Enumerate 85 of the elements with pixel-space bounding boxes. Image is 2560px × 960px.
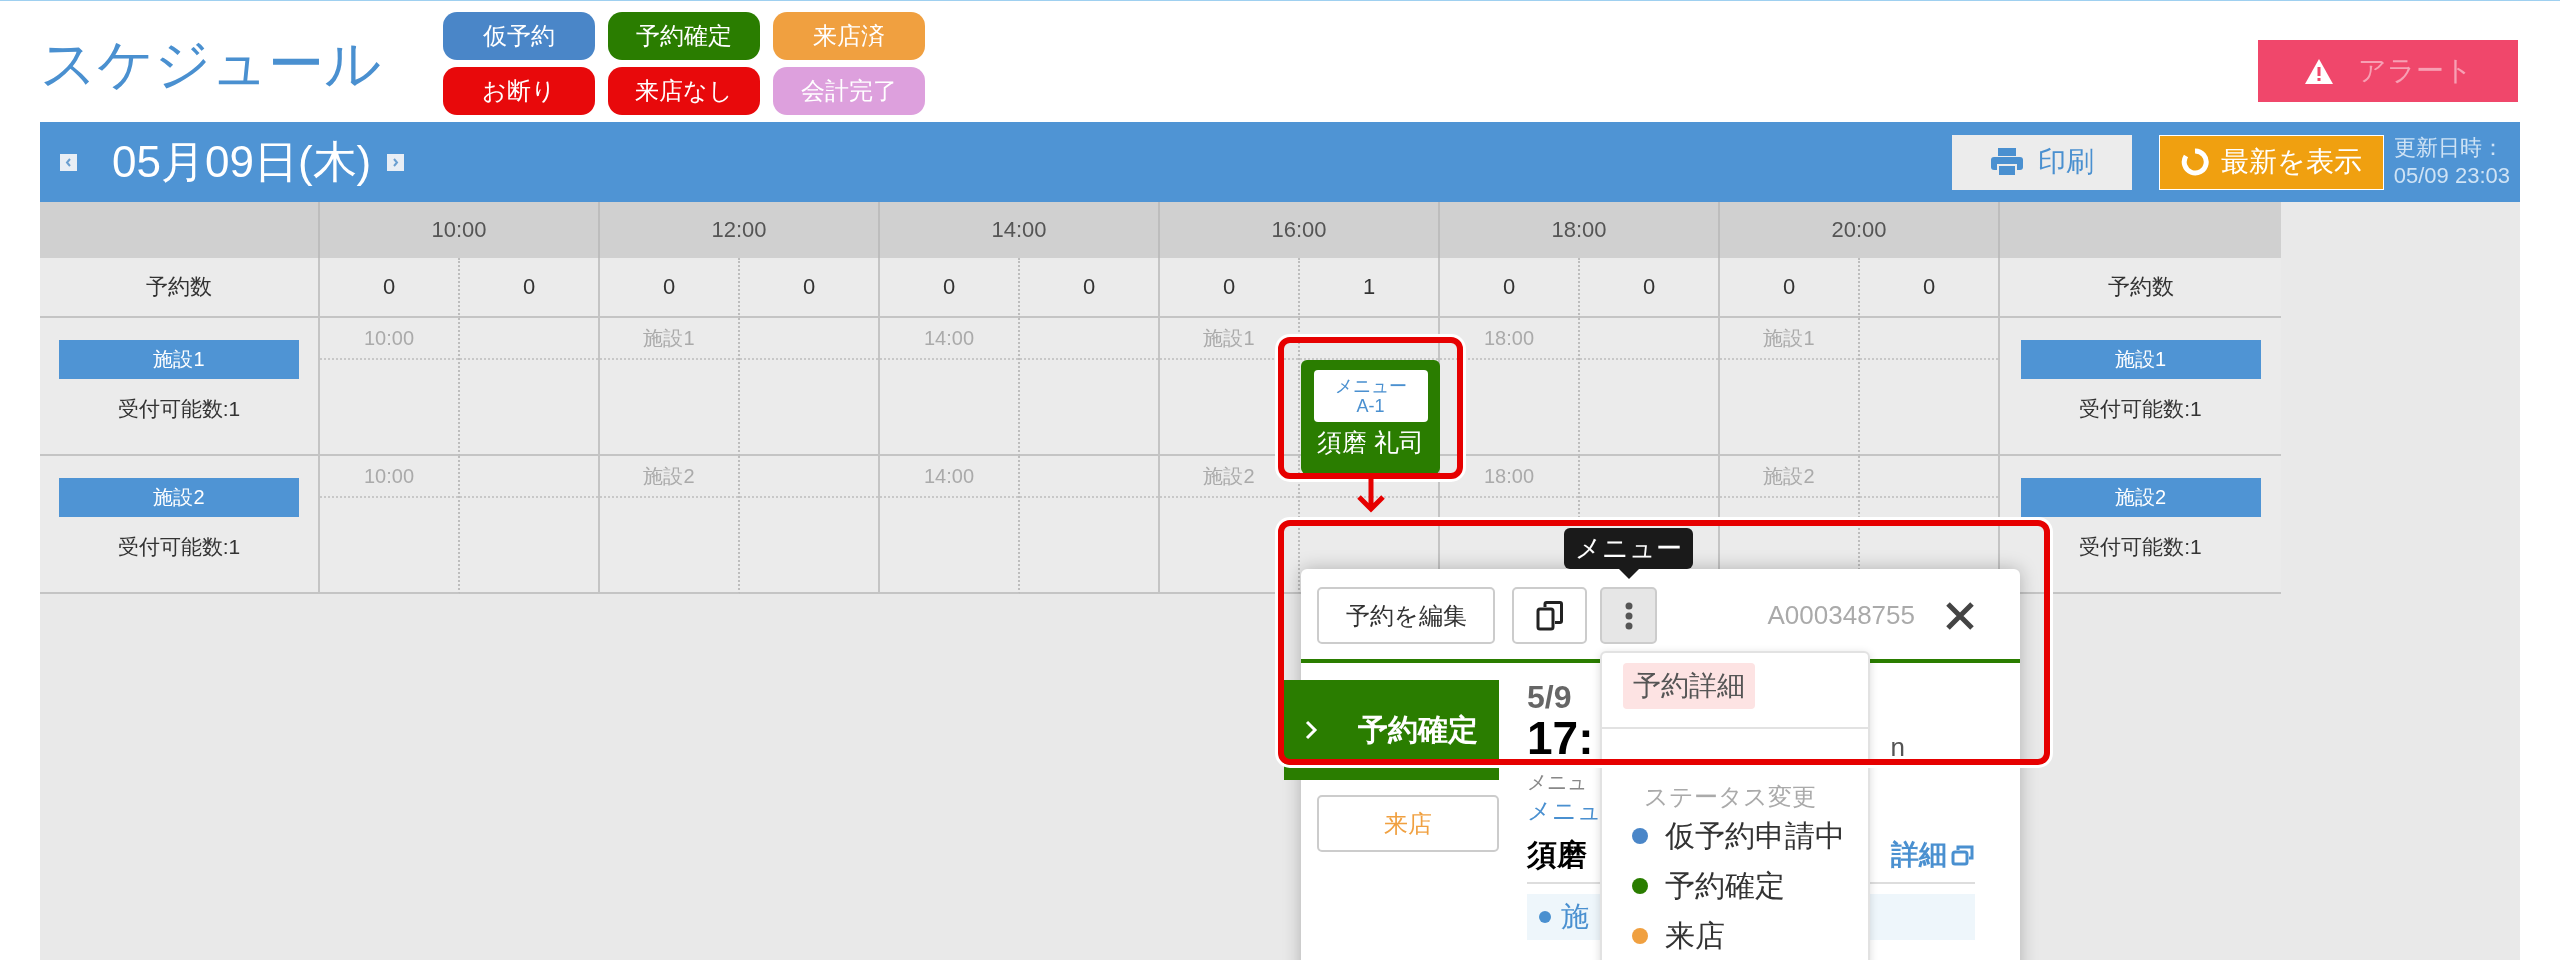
status-legend-badge: 予約確定	[608, 12, 760, 60]
status-legend-badge: 仮予約	[443, 12, 595, 60]
edit-button[interactable]: 予約を編集	[1317, 587, 1495, 644]
menu-item[interactable]: 予約詳細	[1623, 663, 1755, 709]
warning-icon	[2303, 57, 2334, 85]
time-header: 12:00	[600, 202, 880, 258]
count-cell: 0	[1160, 258, 1300, 318]
status-option[interactable]: 予約確定	[1602, 861, 1868, 911]
count-cell: 0	[460, 258, 600, 318]
customer-name: 須磨	[1527, 837, 1587, 873]
status-legend-badge: 来店なし	[608, 67, 760, 115]
slot-label: 施設2	[1763, 463, 1815, 489]
count-label: 予約数	[40, 258, 320, 318]
count-cell: 0	[1720, 258, 1860, 318]
printer-icon	[1989, 147, 2024, 177]
time-header: 20:00	[1720, 202, 2000, 258]
count-cell: 1	[1300, 258, 1440, 318]
new-window-icon	[1951, 844, 1975, 866]
slot-label: 14:00	[923, 464, 975, 488]
bullet-icon	[1539, 911, 1551, 923]
facility-tag: 施設1	[59, 340, 299, 379]
slot-label: 施設1	[1763, 325, 1815, 351]
capacity-text: 受付可能数:1	[117, 396, 241, 422]
capacity-text: 受付可能数:1	[2079, 534, 2202, 560]
capacity-text: 受付可能数:1	[2079, 396, 2202, 422]
time-header: 16:00	[1160, 202, 1440, 258]
menu-label: メニュー A-1	[1313, 370, 1428, 422]
page-title: スケジュール	[40, 32, 382, 96]
copy-icon	[1535, 600, 1564, 631]
more-button[interactable]	[1600, 587, 1657, 644]
slot-label: 18:00	[1483, 326, 1535, 350]
status-option[interactable]: 仮予約申請中	[1602, 811, 1868, 861]
slot-label: 施設1	[643, 325, 695, 351]
updated-label: 更新日時：	[2393, 134, 2505, 162]
facility-text: 施	[1561, 900, 1589, 934]
count-cell: 0	[1440, 258, 1580, 318]
refresh-icon	[2180, 148, 2209, 176]
status-option[interactable]: 来店	[1602, 911, 1868, 960]
status-legend-badge: 会計完了	[773, 67, 925, 115]
facility-tag: 施設2	[59, 478, 299, 517]
slot-label: 施設1	[1203, 325, 1255, 351]
count-cell: 0	[740, 258, 880, 318]
count-cell: 0	[600, 258, 740, 318]
slot-label: 14:00	[923, 326, 975, 350]
booking-block[interactable]: メニュー A-1 須磨 礼司	[1301, 360, 1440, 474]
menu-caption: メニュ	[1527, 770, 1587, 794]
slot-label: 10:00	[363, 326, 415, 350]
status-legend-badge: 来店済	[773, 12, 925, 60]
next-day-icon[interactable]	[387, 153, 405, 171]
slot-label: 18:00	[1483, 464, 1535, 488]
current-date: 05月09日(木)	[112, 135, 372, 188]
down-arrow	[1355, 479, 1387, 513]
detail-link[interactable]: 詳細	[1891, 836, 1975, 874]
menu-link[interactable]: メニュ	[1527, 794, 1602, 828]
status-ribbon[interactable]: 予約確定	[1284, 680, 1499, 780]
section-heading: ステータス変更	[1644, 783, 1817, 811]
updated-time: 05/09 23:03	[2393, 162, 2510, 190]
slot-label: 施設2	[1203, 463, 1255, 489]
print-button[interactable]: 印刷	[1951, 134, 2132, 190]
status-legend-badge: お断り	[443, 67, 595, 115]
facility-tag: 施設2	[2020, 478, 2261, 517]
copy-button[interactable]	[1512, 587, 1587, 644]
count-cell: 0	[880, 258, 1020, 318]
capacity-text: 受付可能数:1	[117, 534, 241, 560]
count-cell: 0	[1860, 258, 2000, 318]
reservation-id: A000348755	[1767, 600, 1915, 631]
tooltip: メニュー	[1564, 528, 1693, 579]
count-cell: 0	[1580, 258, 1720, 318]
time-header: 18:00	[1440, 202, 1720, 258]
customer-name: 須磨 礼司	[1317, 427, 1424, 458]
booking-date: 5/9	[1527, 680, 1572, 714]
close-icon[interactable]	[1945, 600, 1975, 631]
more-icon	[1624, 601, 1633, 630]
count-cell: 0	[1020, 258, 1160, 318]
time-header: 14:00	[880, 202, 1160, 258]
duration-text: n	[1890, 732, 1905, 762]
time-header: 10:00	[320, 202, 600, 258]
slot-label: 10:00	[363, 464, 415, 488]
facility-tag: 施設1	[2020, 340, 2261, 379]
slot-label: 施設2	[643, 463, 695, 489]
chevron-icon	[1304, 719, 1318, 741]
count-cell: 0	[320, 258, 460, 318]
previous-day-icon[interactable]	[60, 153, 77, 171]
booking-time: 17:	[1527, 714, 1594, 762]
count-label: 予約数	[2000, 258, 2281, 318]
